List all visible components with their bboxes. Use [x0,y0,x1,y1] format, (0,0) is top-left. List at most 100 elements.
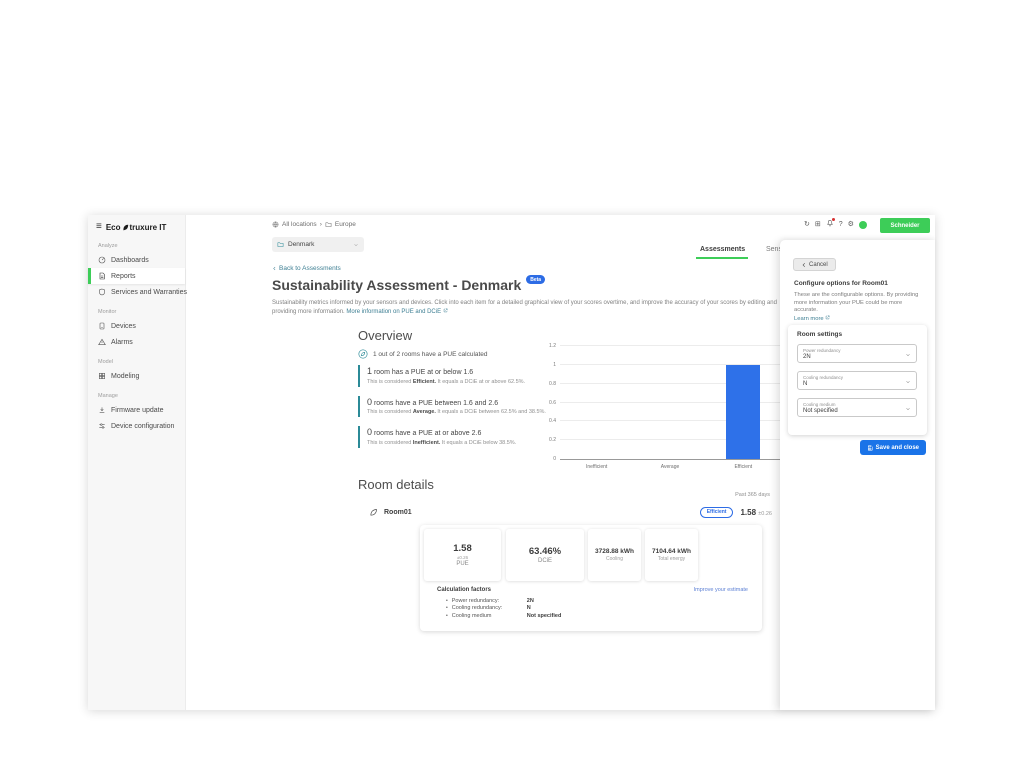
overview-summary: 1 out of 2 rooms have a PUE calculated [358,349,488,359]
sidebar: ≡ Eco truxure IT Analyze Dashboards Repo… [88,215,186,710]
chevron-down-icon [905,352,911,358]
room-row-room01[interactable]: Room01 Efficient 1.58 ±0.26 [358,500,772,524]
field-value: N [803,381,911,387]
device-icon [98,322,106,330]
cooling-medium-select[interactable]: Cooling medium Not specified [797,398,917,417]
room-pue-value: 1.58 ±0.26 [740,508,772,517]
chevron-down-icon [353,242,359,248]
sidebar-item-services-warranties[interactable]: Services and Warranties [88,284,185,300]
metric-value: 7104.64 kWh [652,548,691,555]
metric-card-cooling: 3728.88 kWh Cooling [588,529,641,581]
apps-grid-icon[interactable]: ⊞ [815,220,821,229]
bullet-icon: • [446,598,448,604]
sidebar-item-dashboards[interactable]: Dashboards [88,252,185,268]
sidebar-section-manage: Manage [88,384,185,402]
learn-more-link[interactable]: Learn more [794,316,830,322]
sidebar-item-device-configuration[interactable]: Device configuration [88,418,185,434]
alarm-icon [98,338,106,346]
save-and-close-button[interactable]: Save and close [860,440,926,455]
room-settings-heading: Room settings [797,331,842,338]
y-axis-tick: 1.2 [536,343,556,349]
metric-label: PUE [456,561,468,567]
sidebar-item-label: Firmware update [111,407,164,414]
config-panel-description: These are the configurable options. By p… [794,292,924,323]
chart-plot-area: 0 0.2 0.4 0.6 0.8 1 1.2 Inefficient Aver… [560,347,780,460]
room-settings-card: Room settings Power redundancy 2N Coolin… [788,325,927,435]
breadcrumb-root[interactable]: All locations [282,221,317,228]
menu-icon[interactable]: ≡ [96,222,102,232]
help-icon[interactable]: ? [839,220,843,229]
y-axis-tick: 0 [536,456,556,462]
leaf-icon [369,508,378,517]
settings-gear-icon[interactable]: ⚙ [848,220,854,229]
notification-badge [831,217,836,222]
y-axis-tick: 0.6 [536,400,556,406]
bullet-icon: • [446,605,448,611]
power-redundancy-select[interactable]: Power redundancy 2N [797,344,917,363]
calculation-factors-heading: Calculation factors Improve your estimat… [437,587,748,593]
metric-label: DCiE [538,558,552,564]
tab-assessments[interactable]: Assessments [700,246,745,253]
pue-dcie-info-link[interactable]: More information on PUE and DCiE [346,309,447,315]
calculation-factors-rows: • Power redundancy: 2N • Cooling redunda… [437,597,748,620]
y-axis-tick: 0.4 [536,418,556,424]
x-axis-label: Inefficient [560,464,633,470]
active-tab-indicator [696,257,748,259]
chevron-down-icon [905,379,911,385]
dashboards-icon [98,256,106,264]
reports-icon [98,272,106,280]
app-logo: Eco truxure IT [106,223,167,232]
chart-gridline [560,345,780,346]
field-value: Not specified [803,408,911,414]
sliders-icon [98,422,106,430]
sidebar-section-model: Model [88,350,185,368]
room-expanded-panel: 1.58 ±0.26 PUE 63.46% DCiE 3728.88 kWh C… [420,525,762,631]
topbar-icons: ↻ ⊞ ? ⚙ [804,219,867,230]
room-details-heading: Room details [358,477,434,492]
app-window: ≡ Eco truxure IT Analyze Dashboards Repo… [88,215,935,710]
metric-tolerance: ±0.26 [457,555,468,560]
bar-efficient [726,365,760,459]
cancel-button[interactable]: Cancel [793,258,836,271]
chevron-left-icon [272,266,277,271]
external-link-icon [443,308,448,313]
refresh-icon[interactable]: ↻ [804,220,810,229]
y-axis-tick: 0.8 [536,381,556,387]
bullet-icon: • [446,613,448,619]
field-value: 2N [803,354,911,360]
folder-icon [325,221,332,228]
modeling-icon [98,372,106,380]
location-selector[interactable]: Denmark [272,237,364,252]
beta-badge: Beta [526,275,545,284]
calc-row-power-redundancy: • Power redundancy: 2N [437,597,748,605]
field-label: Cooling redundancy [803,375,911,380]
sidebar-section-analyze: Analyze [88,234,185,252]
sidebar-item-reports[interactable]: Reports [88,268,185,284]
leaf-check-icon [358,349,368,359]
sidebar-item-firmware-update[interactable]: Firmware update [88,402,185,418]
notifications-bell-icon[interactable] [826,219,834,230]
external-link-icon [825,315,830,320]
sidebar-item-devices[interactable]: Devices [88,318,185,334]
breadcrumb-current[interactable]: Europe [335,221,356,228]
calc-row-cooling-redundancy: • Cooling redundancy: N [437,605,748,613]
sidebar-item-modeling[interactable]: Modeling [88,368,185,384]
improve-estimate-link[interactable]: Improve your estimate [694,587,748,593]
cooling-redundancy-select[interactable]: Cooling redundancy N [797,371,917,390]
logo-text-suffix: truxure IT [130,223,167,232]
pue-distribution-chart: 0 0.2 0.4 0.6 0.8 1 1.2 Inefficient Aver… [536,343,784,478]
metric-card-dcie: 63.46% DCiE [506,529,584,581]
sidebar-section-monitor: Monitor [88,300,185,318]
sidebar-item-alarms[interactable]: Alarms [88,334,185,350]
learn-more-label: Learn more [794,316,824,322]
configure-options-panel: Cancel Configure options for Room01 Thes… [780,240,935,710]
calculation-factors: Calculation factors Improve your estimat… [437,587,748,620]
user-avatar[interactable] [859,221,867,229]
sidebar-header: ≡ Eco truxure IT [88,215,185,234]
y-axis-tick: 0.2 [536,437,556,443]
overview-heading: Overview [358,328,412,343]
schneider-electric-logo: Schneider [880,218,930,233]
room-name: Room01 [384,509,412,516]
download-icon [98,406,106,414]
back-to-assessments-link[interactable]: Back to Assessments [272,265,341,272]
